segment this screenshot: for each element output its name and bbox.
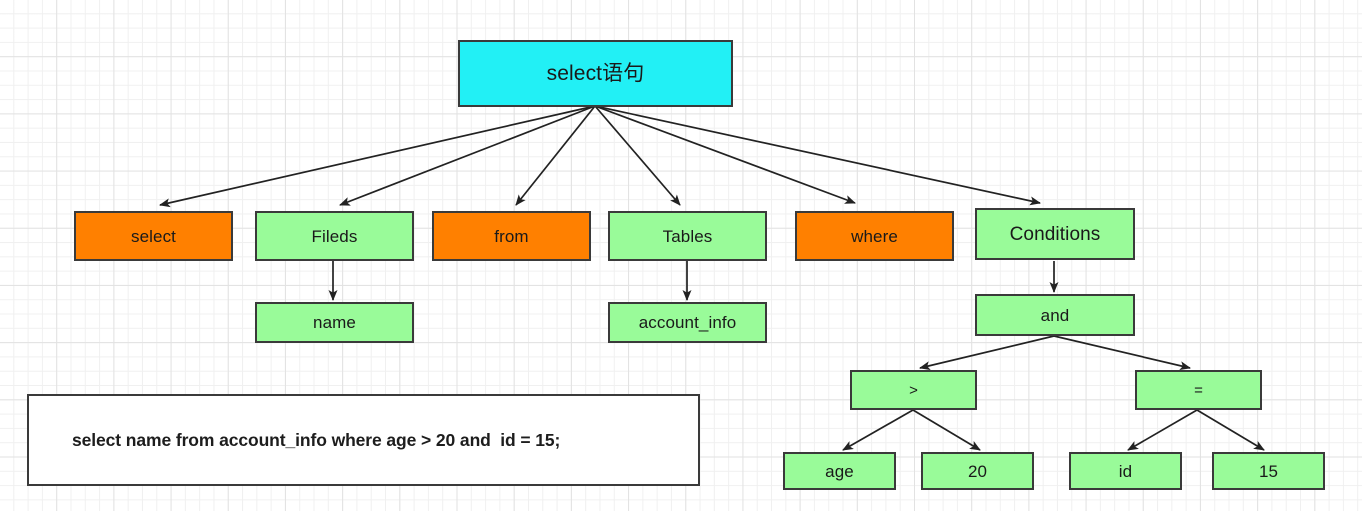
sql-statement-box: select name from account_info where age … — [27, 394, 700, 486]
edge-root-fileds — [339, 105, 596, 206]
node-where[interactable]: where — [795, 211, 954, 261]
diagram-canvas: select语句 select Fileds from Tables where… — [0, 0, 1362, 511]
node-age[interactable]: age — [783, 452, 896, 490]
node-name[interactable]: name — [255, 302, 414, 343]
node-conditions[interactable]: Conditions — [975, 208, 1135, 260]
edge-and-eq — [1053, 335, 1191, 371]
node-equals[interactable]: = — [1135, 370, 1262, 410]
node-root-select-statement[interactable]: select语句 — [458, 40, 733, 107]
node-greater-than[interactable]: > — [850, 370, 977, 410]
edge-root-select — [159, 105, 596, 208]
edge-and-gt — [919, 335, 1055, 371]
edge-gt-age — [842, 409, 914, 451]
node-20[interactable]: 20 — [921, 452, 1034, 490]
node-select[interactable]: select — [74, 211, 233, 261]
node-id[interactable]: id — [1069, 452, 1182, 490]
edge-eq-id — [1127, 409, 1198, 451]
node-from[interactable]: from — [432, 211, 591, 261]
edge-gt-20 — [912, 409, 981, 451]
edge-root-where — [594, 105, 856, 204]
edge-root-tables — [594, 105, 681, 206]
node-tables[interactable]: Tables — [608, 211, 767, 261]
node-and[interactable]: and — [975, 294, 1135, 336]
edge-eq-15 — [1196, 409, 1265, 451]
node-15[interactable]: 15 — [1212, 452, 1325, 490]
node-fileds[interactable]: Fileds — [255, 211, 414, 261]
edge-root-conditions — [594, 105, 1041, 206]
sql-statement-text: select name from account_info where age … — [72, 429, 561, 450]
node-account-info[interactable]: account_info — [608, 302, 767, 343]
edge-root-from — [515, 105, 596, 206]
